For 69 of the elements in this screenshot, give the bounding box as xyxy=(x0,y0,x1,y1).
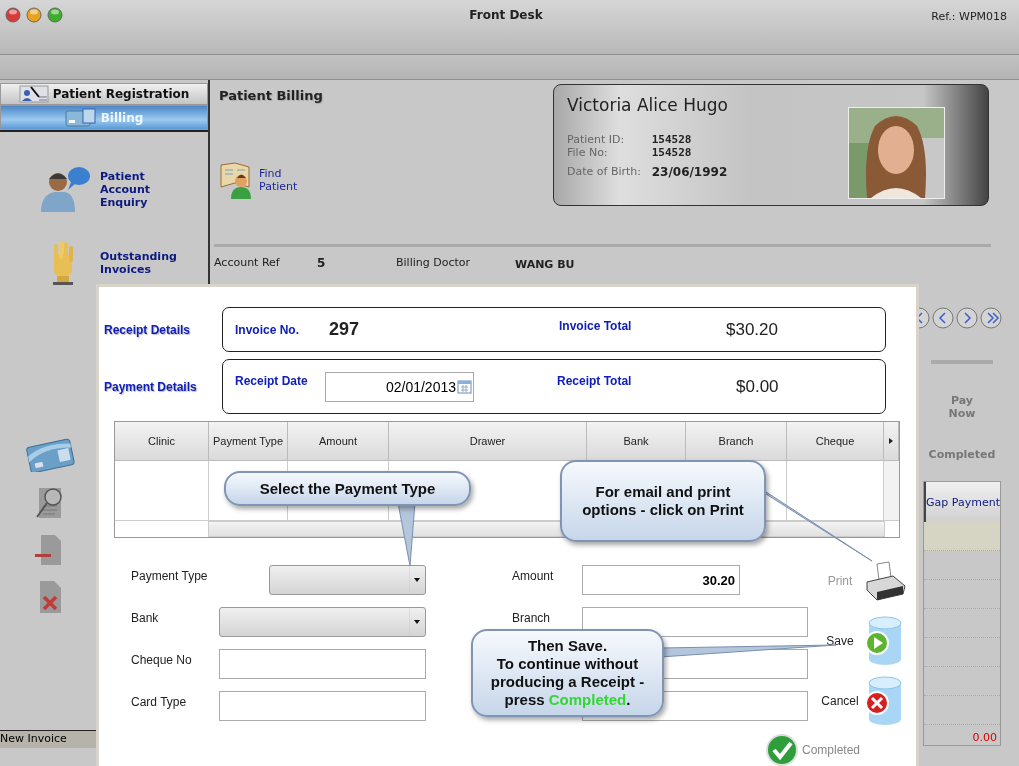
table-cell-text: 0.00 xyxy=(971,730,998,745)
table-header: Bank xyxy=(587,422,686,460)
last-button[interactable] xyxy=(980,307,1002,329)
close-button[interactable] xyxy=(5,7,21,23)
sidebar-tab[interactable]: Patient Registration xyxy=(0,83,208,105)
table-header: Drawer xyxy=(389,422,587,460)
field-label: Receipt Total xyxy=(557,373,633,388)
table-header: Branch xyxy=(686,422,787,460)
input-field[interactable] xyxy=(219,691,426,721)
sidebar-link[interactable]: Outstanding Invoices xyxy=(100,250,186,276)
field-label: Payment Type xyxy=(131,568,209,583)
dropdown[interactable] xyxy=(219,607,426,637)
field-label: Bank xyxy=(131,610,160,625)
person-pen-icon xyxy=(18,85,49,103)
find-patient-link[interactable]: Find Patient xyxy=(259,167,309,193)
completed-button[interactable]: Completed xyxy=(766,733,876,766)
table-header: Amount xyxy=(288,422,389,460)
window-title: Front Desk xyxy=(468,7,544,24)
callout-text: For email and print options - click on Print xyxy=(581,483,745,519)
input-field[interactable]: 30.20 xyxy=(582,565,740,595)
date-field[interactable]: 02/01/2013 xyxy=(325,371,474,402)
document-search-icon[interactable] xyxy=(35,486,65,520)
section-label: Receipt Details xyxy=(104,322,192,337)
field-label: Branch xyxy=(512,610,552,625)
cancel-button[interactable]: Cancel xyxy=(821,675,909,727)
table-header: Payment Type xyxy=(209,422,288,460)
previous-button[interactable] xyxy=(932,307,954,329)
section-title: Patient Billing xyxy=(219,88,324,103)
field-value: 154528 xyxy=(651,146,693,159)
save-button[interactable]: Save xyxy=(821,615,909,667)
input-field[interactable] xyxy=(219,649,426,679)
maximize-button[interactable] xyxy=(47,7,63,23)
field-label: Invoice No. xyxy=(235,322,300,337)
card-icon xyxy=(64,107,97,128)
field-value: 23/06/1992 xyxy=(651,165,728,179)
field-label: Patient ID: xyxy=(567,133,626,146)
field-label: Billing Doctor xyxy=(396,256,472,271)
field-value: $30.20 xyxy=(726,319,778,340)
right-arrow-icon[interactable] xyxy=(888,437,894,445)
field-value: 154528 xyxy=(651,133,693,146)
field-label: File No: xyxy=(567,146,609,159)
callout-text: Then Save. xyxy=(527,637,608,655)
field-label: Date of Birth: xyxy=(567,165,642,179)
table-header: Gap Payment xyxy=(924,482,1000,522)
next-button[interactable] xyxy=(956,307,978,329)
callout-text: To continue without producing a Receipt - press Completed. xyxy=(489,655,646,709)
section-label: Payment Details xyxy=(104,379,198,394)
field-value: 297 xyxy=(329,319,361,340)
printer-icon xyxy=(863,560,907,602)
dropdown[interactable] xyxy=(269,565,426,595)
field-label: Card Type xyxy=(131,694,188,709)
field-label: Account Ref xyxy=(214,256,281,271)
patient-name: Victoria Alice Hugo xyxy=(567,95,728,115)
vertical-scrollbar[interactable] xyxy=(884,460,899,520)
table-header: Cheque xyxy=(787,422,884,460)
minimize-button[interactable] xyxy=(26,7,42,23)
field-value: $0.00 xyxy=(736,376,779,397)
table-header: Clinic xyxy=(115,422,209,460)
callout-text: Select the Payment Type xyxy=(259,479,436,498)
field-value: WANG BU xyxy=(515,258,576,271)
reference-label: Ref.: WPM018 xyxy=(930,9,1008,25)
sidebar-link[interactable]: Patient Account Enquiry xyxy=(100,169,186,209)
field-label: Invoice Total xyxy=(559,318,633,333)
field-label: Cheque No xyxy=(131,652,193,667)
calendar-icon[interactable] xyxy=(457,378,472,394)
field-value: 5 xyxy=(317,256,327,271)
field-label: Amount xyxy=(512,568,555,583)
input-field[interactable] xyxy=(582,607,808,637)
field-label: Receipt Date xyxy=(235,373,309,388)
